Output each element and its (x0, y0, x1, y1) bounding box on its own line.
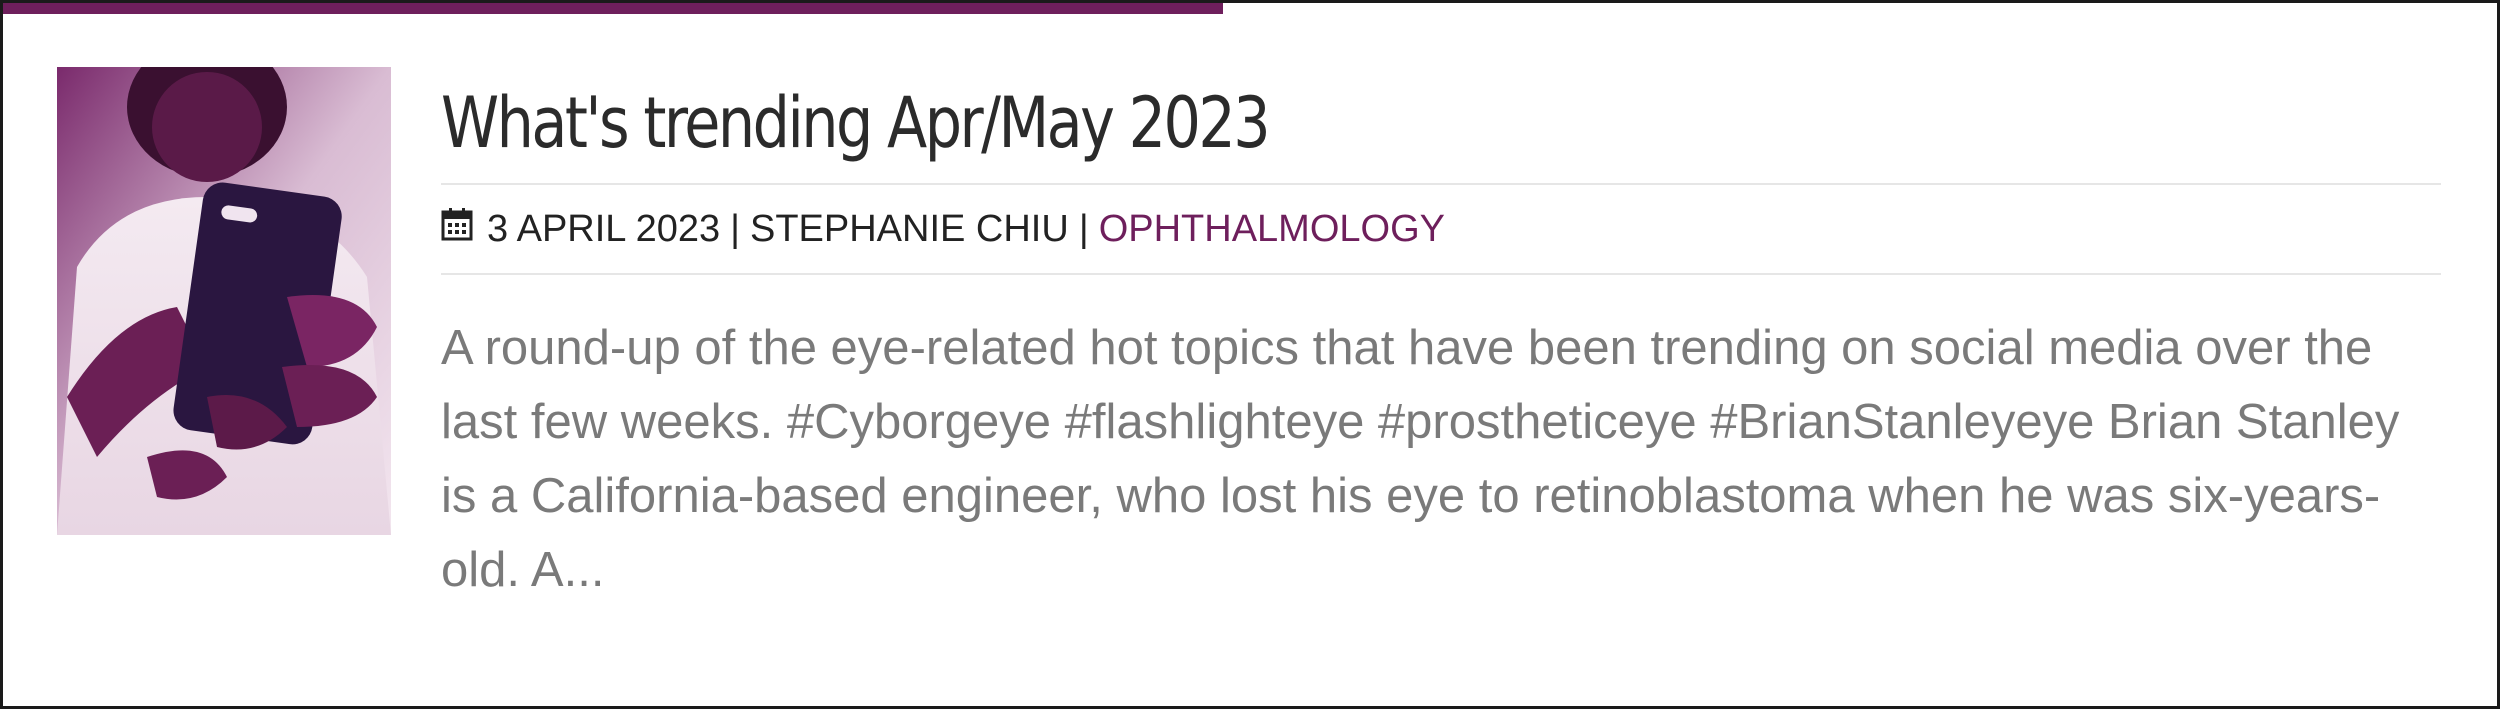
accent-bar (3, 3, 1223, 14)
person-holding-phone-photo (57, 67, 391, 535)
meta-separator: | (1078, 207, 1089, 250)
article-author: STEPHANIE CHIU (749, 207, 1069, 250)
meta-separator: | (730, 207, 740, 250)
article-thumbnail[interactable] (57, 67, 391, 535)
article-title[interactable]: What's trending Apr/May 2023 (441, 63, 2121, 183)
category-link[interactable]: OPHTHALMOLOGY (1099, 208, 1445, 251)
calendar-icon (441, 207, 473, 251)
article-date: 3 APRIL 2023 (487, 207, 721, 250)
article-meta: 3 APRIL 2023 | STEPHANIE CHIU | OPHTHALM… (441, 185, 2441, 273)
article-card: What's trending Apr/May 2023 3 APRIL 202… (0, 0, 2500, 709)
divider (441, 273, 2441, 275)
article-content: What's trending Apr/May 2023 3 APRIL 202… (441, 63, 2441, 607)
article-excerpt: A round-up of the eye-related hot topics… (441, 321, 2400, 597)
